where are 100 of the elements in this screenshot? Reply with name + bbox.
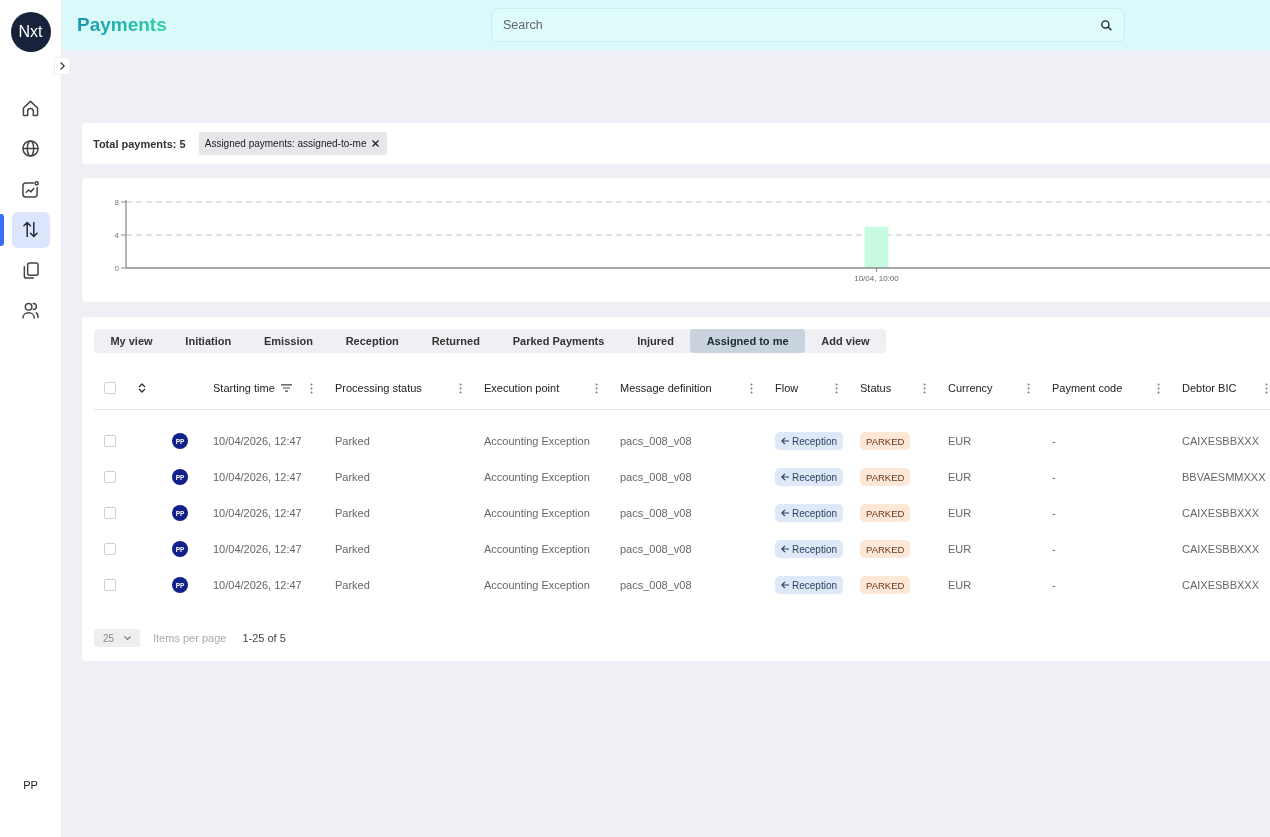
flow-label: Reception bbox=[792, 543, 838, 555]
checkbox[interactable] bbox=[104, 507, 116, 519]
table-cell: - bbox=[1052, 435, 1056, 447]
status-tag: PARKED bbox=[860, 540, 911, 558]
arrow-left-icon bbox=[781, 545, 789, 553]
table-cell: EUR bbox=[948, 471, 972, 483]
page-range: 1-25 of 5 bbox=[242, 632, 286, 644]
table-cell: 10/04/2026, 12:47 bbox=[213, 471, 302, 483]
axis-label: 10/04, 10:00 bbox=[854, 274, 899, 283]
column-header[interactable]: Debtor BIC bbox=[1182, 382, 1237, 394]
chevron-down-icon bbox=[124, 636, 131, 640]
column-menu-icon[interactable] bbox=[923, 382, 926, 394]
status-tag: PARKED bbox=[860, 432, 911, 450]
column-header[interactable]: Payment code bbox=[1052, 382, 1123, 394]
search-icon[interactable] bbox=[1101, 19, 1112, 31]
total-payments: Total payments: 5 bbox=[93, 137, 186, 150]
table-cell: pacs_008_v08 bbox=[620, 579, 692, 591]
view-tab[interactable]: My view bbox=[94, 329, 169, 353]
table-cell: Accounting Exception bbox=[484, 579, 590, 591]
view-tab[interactable]: Injured bbox=[620, 329, 691, 353]
chevron-right-icon bbox=[59, 62, 65, 70]
table-cell: EUR bbox=[948, 579, 972, 591]
column-menu-icon[interactable] bbox=[1265, 382, 1268, 394]
column-header[interactable]: Message definition bbox=[620, 382, 712, 394]
table-cell: - bbox=[1052, 543, 1056, 555]
close-icon[interactable] bbox=[372, 140, 380, 147]
column-menu-icon[interactable] bbox=[310, 382, 313, 394]
column-menu-icon[interactable] bbox=[459, 382, 462, 394]
expand-collapse-icon[interactable] bbox=[138, 383, 146, 393]
expand-sidebar-button[interactable] bbox=[54, 57, 70, 75]
column-header[interactable]: Starting time bbox=[213, 382, 275, 394]
logo: Nxt bbox=[10, 12, 51, 52]
add-view-button[interactable]: Add view bbox=[804, 329, 886, 353]
view-tab[interactable]: Reception bbox=[329, 329, 416, 353]
table-cell: 10/04/2026, 12:47 bbox=[213, 579, 302, 591]
view-tab[interactable]: Initiation bbox=[168, 329, 248, 353]
items-per-page-label: Items per page bbox=[153, 632, 227, 644]
tick-label: 0 bbox=[114, 264, 119, 273]
tick-label: 8 bbox=[114, 198, 119, 207]
column-header[interactable]: Currency bbox=[948, 382, 993, 394]
table-cell: pacs_008_v08 bbox=[620, 435, 692, 447]
users-icon bbox=[22, 302, 39, 320]
table-cell: 10/04/2026, 12:47 bbox=[213, 543, 302, 555]
column-menu-icon[interactable] bbox=[595, 382, 598, 394]
status-tag: PARKED bbox=[860, 504, 911, 522]
chart-icon bbox=[22, 180, 39, 198]
home-icon bbox=[22, 99, 39, 117]
view-tab[interactable]: Returned bbox=[415, 329, 497, 353]
table-cell: CAIXESBBXXX bbox=[1182, 579, 1260, 591]
table-cell: Accounting Exception bbox=[484, 507, 590, 519]
search-field[interactable]: Search bbox=[491, 8, 1125, 42]
documents-icon bbox=[22, 261, 39, 279]
status-tag: PARKED bbox=[860, 468, 911, 486]
table-cell: Parked bbox=[335, 507, 370, 519]
flow-label: Reception bbox=[792, 471, 838, 483]
column-header[interactable]: Execution point bbox=[484, 382, 560, 394]
table-cell: CAIXESBBXXX bbox=[1182, 435, 1260, 447]
table-cell: - bbox=[1052, 579, 1056, 591]
status-tag: PARKED bbox=[860, 576, 911, 594]
table-cell: Parked bbox=[335, 579, 370, 591]
table-cell: EUR bbox=[948, 507, 972, 519]
view-tab[interactable]: Assigned to me bbox=[690, 329, 805, 353]
table-cell: - bbox=[1052, 507, 1056, 519]
table-cell: EUR bbox=[948, 543, 972, 555]
column-menu-icon[interactable] bbox=[835, 382, 838, 394]
nav-button[interactable] bbox=[11, 211, 50, 248]
view-tab[interactable]: Parked Payments bbox=[496, 329, 621, 353]
user-menu-button[interactable]: PP bbox=[20, 777, 41, 793]
tick-label: 4 bbox=[114, 231, 119, 240]
column-menu-icon[interactable] bbox=[750, 382, 753, 394]
table-cell: Parked bbox=[335, 543, 370, 555]
active-indicator bbox=[0, 213, 4, 246]
chart-bar bbox=[864, 226, 889, 268]
filter-label: Assigned payments: assigned-to-me bbox=[204, 138, 367, 149]
sort-icon[interactable] bbox=[280, 384, 292, 392]
table-cell: BBVAESMMXXX bbox=[1182, 471, 1266, 483]
flow-label: Reception bbox=[792, 435, 838, 447]
arrow-left-icon bbox=[781, 473, 789, 481]
table-cell: - bbox=[1052, 471, 1056, 483]
table-cell: CAIXESBBXXX bbox=[1182, 507, 1260, 519]
checkbox[interactable] bbox=[104, 382, 116, 394]
checkbox[interactable] bbox=[104, 543, 116, 555]
column-menu-icon[interactable] bbox=[1027, 382, 1030, 394]
view-tab[interactable]: Emission bbox=[247, 329, 330, 353]
table-cell: 10/04/2026, 12:47 bbox=[213, 435, 302, 447]
column-header[interactable]: Status bbox=[860, 382, 892, 394]
table-cell: pacs_008_v08 bbox=[620, 543, 692, 555]
column-menu-icon[interactable] bbox=[1157, 382, 1160, 394]
checkbox[interactable] bbox=[104, 579, 116, 591]
table-cell: pacs_008_v08 bbox=[620, 471, 692, 483]
table-cell: EUR bbox=[948, 435, 972, 447]
table-cell: Accounting Exception bbox=[484, 471, 590, 483]
arrow-left-icon bbox=[781, 509, 789, 517]
column-header[interactable]: Flow bbox=[775, 382, 799, 394]
column-header[interactable]: Processing status bbox=[335, 382, 422, 394]
table-cell: Accounting Exception bbox=[484, 543, 590, 555]
checkbox[interactable] bbox=[104, 435, 116, 447]
checkbox[interactable] bbox=[104, 471, 116, 483]
table-cell: 10/04/2026, 12:47 bbox=[213, 507, 302, 519]
flow-label: Reception bbox=[792, 507, 838, 519]
